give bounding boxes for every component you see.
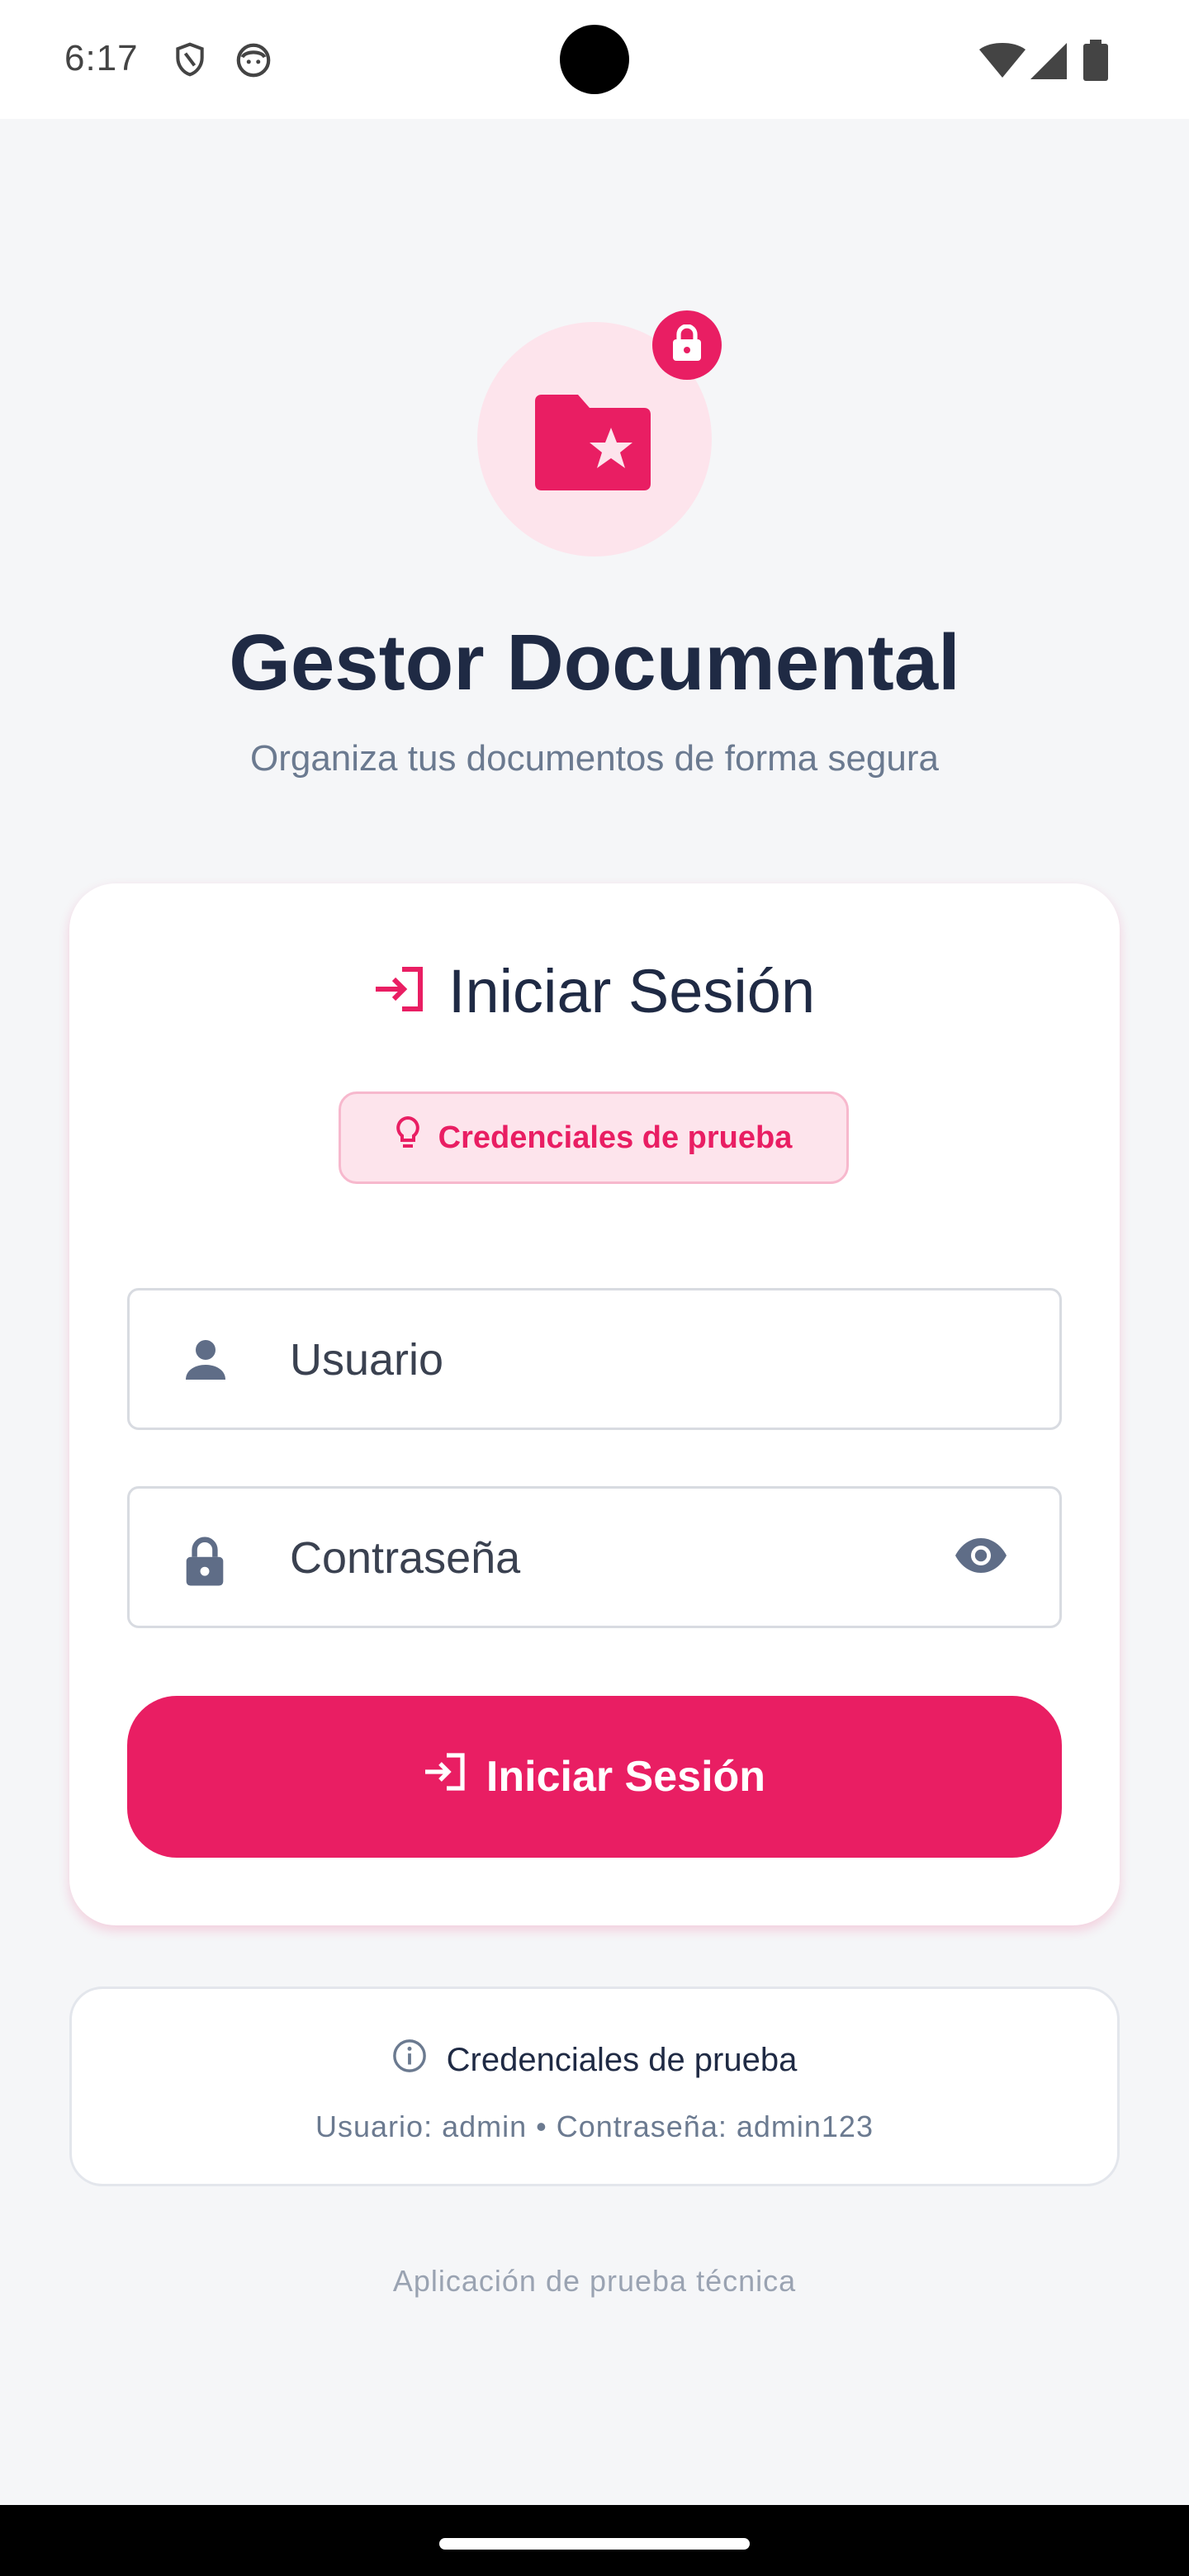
home-indicator[interactable] [439,2538,750,2550]
camera-cutout [560,25,629,94]
credentials-chip[interactable]: Credenciales de prueba [339,1091,849,1184]
info-credentials: Usuario: admin • Contraseña: admin123 [315,2110,874,2143]
footer-text: Aplicación de prueba técnica [392,2264,797,2298]
info-title-text: Credenciales de prueba [446,2041,798,2078]
password-field[interactable] [127,1486,1062,1628]
info-title: Credenciales de prueba [72,2039,1117,2081]
credentials-chip-label: Credenciales de prueba [438,1120,793,1155]
battery-icon [1083,40,1108,85]
wifi-icon [979,43,1026,83]
login-card: Iniciar Sesión Credenciales de prueba In… [69,883,1120,1925]
password-lock-icon [184,1537,225,1592]
face-icon [234,41,272,83]
username-input[interactable] [288,1322,936,1398]
shield-icon [172,40,208,83]
login-icon [374,956,448,1026]
login-heading-text: Iniciar Sesión [448,957,816,1025]
signal-icon [1030,43,1067,83]
folder-star-icon [533,381,656,501]
password-input[interactable] [288,1520,936,1596]
login-button-label: Iniciar Sesión [486,1753,766,1801]
login-button[interactable]: Iniciar Sesión [127,1696,1062,1858]
app-title: Gestor Documental [229,618,960,707]
username-field[interactable] [127,1288,1062,1430]
test-credentials-box: Credenciales de prueba Usuario: admin • … [69,1986,1120,2186]
lightbulb-icon [396,1115,438,1160]
status-time: 6:17 [64,38,139,78]
info-icon [392,2039,447,2081]
eye-icon[interactable] [954,1537,1008,1579]
navigation-bar [0,2505,1189,2576]
lock-icon [670,323,703,367]
login-heading: Iniciar Sesión [69,956,1120,1026]
person-icon [184,1338,227,1385]
app-subtitle: Organiza tus documentos de forma segura [249,738,939,779]
lock-badge [652,310,722,380]
login-button-icon [424,1752,486,1802]
status-bar: 6:17 [0,0,1189,119]
